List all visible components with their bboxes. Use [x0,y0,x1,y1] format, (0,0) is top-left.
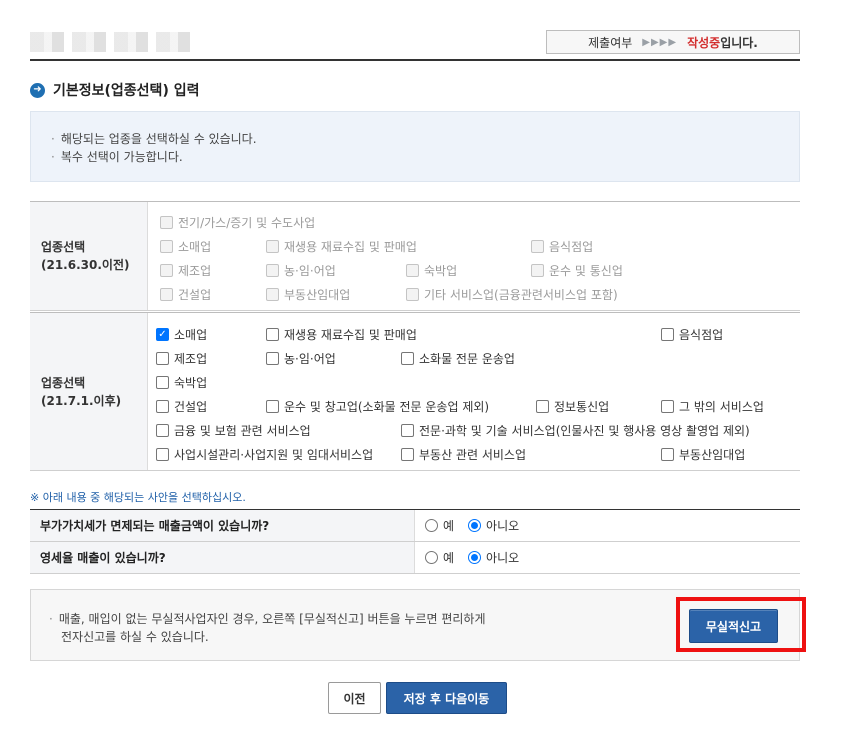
info-text: 매출, 매입이 없는 무실적사업자인 경우, 오른쪽 [무실적신고] 버튼을 누… [49,610,486,646]
checkbox-old-other-services: 기타 서비스업(금융관련서비스업 포함) [406,286,618,303]
section-title-text: 기본정보(업종선택) 입력 [53,83,200,99]
radio-exempt-yes[interactable]: 예 [425,517,454,534]
checkbox-old-utilities: 전기/가스/증기 및 수도사업 [160,214,315,231]
status-label: 제출여부 [588,35,633,50]
checkbox-real-estate-rental[interactable]: 부동산임대업 [661,446,745,463]
blurred-user-name [30,32,195,52]
checkbox-old-retail: 소매업 [160,238,211,255]
industry-new-label: 업종선택 [41,375,86,390]
checkbox-real-estate-services[interactable]: 부동산 관련 서비스업 [401,446,526,463]
prev-button[interactable]: 이전 [328,682,381,714]
industry-old-header: 업종선택 (21.6.30.이전) [30,202,148,310]
header-divider [30,59,800,61]
info-line: 매출, 매입이 없는 무실적사업자인 경우, 오른쪽 [무실적신고] 버튼을 누… [49,610,486,628]
checkbox-old-construction: 건설업 [160,286,211,303]
checkbox-old-restaurant: 음식점업 [531,238,593,255]
check-icon: ✓ [156,328,169,341]
arrow-circle-icon: ➜ [30,82,45,98]
question-options: 예 아니오 [415,542,800,573]
radio-zero-rate-no[interactable]: 아니오 [468,549,519,566]
checkbox-other-services[interactable]: 그 밖의 서비스업 [661,398,764,415]
question-row: 영세율 매출이 있습니까? 예 아니오 [30,542,800,574]
checkbox-construction[interactable]: 건설업 [156,398,207,415]
industry-old-period: (21.6.30.이전) [41,258,130,272]
section-title: ➜ 기본정보(업종선택) 입력 [30,80,199,100]
checkbox-professional-science[interactable]: 전문·과학 및 기술 서비스업(인물사진 및 행사용 영상 촬영업 제외) [401,422,750,439]
questions-table: 부가가치세가 면제되는 매출금액이 있습니까? 예 아니오 영세율 매출이 있습… [30,509,800,574]
checkbox-agriculture[interactable]: 농·임·어업 [266,350,336,367]
checkbox-old-recycling: 재생용 재료수집 및 판매업 [266,238,417,255]
info-line: 전자신고를 하실 수 있습니다. [61,630,209,644]
checkbox-facility-management[interactable]: 사업시설관리·사업지원 및 임대서비스업 [156,446,373,463]
checkbox-restaurant[interactable]: 음식점업 [661,326,723,343]
checkbox-lodging[interactable]: 숙박업 [156,374,207,391]
notice-line: 복수 선택이 가능합니다. [51,148,799,166]
industry-new-options: ✓ 소매업 재생용 재료수집 및 판매업 음식점업 제조업 농·임·어업 소화물 … [148,313,800,470]
checkbox-old-transport: 운수 및 통신업 [531,262,623,279]
checkbox-old-lodging: 숙박업 [406,262,457,279]
radio-zero-rate-yes[interactable]: 예 [425,549,454,566]
checkbox-retail[interactable]: ✓ 소매업 [156,326,207,343]
industry-old-options: 전기/가스/증기 및 수도사업 소매업 재생용 재료수집 및 판매업 음식점업 … [148,202,800,310]
guide-text: ※ 아래 내용 중 해당되는 사안을 선택하십시오. [30,491,246,504]
no-activity-report-button[interactable]: 무실적신고 [689,609,778,643]
checkbox-info-comm[interactable]: 정보통신업 [536,398,609,415]
checkbox-transport-warehouse[interactable]: 운수 및 창고업(소화물 전문 운송업 제외) [266,398,489,415]
industry-table-new: 업종선택 (21.7.1.이후) ✓ 소매업 재생용 재료수집 및 판매업 음식점… [30,312,800,471]
radio-exempt-no[interactable]: 아니오 [468,517,519,534]
checkbox-old-real-estate-rental: 부동산임대업 [266,286,350,303]
question-label: 영세율 매출이 있습니까? [30,542,415,573]
checkbox-finance-insurance[interactable]: 금융 및 보험 관련 서비스업 [156,422,311,439]
checkbox-old-manufacturing: 제조업 [160,262,211,279]
question-row: 부가가치세가 면제되는 매출금액이 있습니까? 예 아니오 [30,510,800,542]
checkbox-parcel-delivery[interactable]: 소화물 전문 운송업 [401,350,515,367]
notice-line: 해당되는 업종을 선택하실 수 있습니다. [51,130,799,148]
checkbox-manufacturing[interactable]: 제조업 [156,350,207,367]
status-suffix: 입니다. [720,35,758,50]
status-value: 작성중 [687,35,721,50]
checkbox-recycling[interactable]: 재생용 재료수집 및 판매업 [266,326,417,343]
checkbox-old-agriculture: 농·임·어업 [266,262,336,279]
question-label: 부가가치세가 면제되는 매출금액이 있습니까? [30,510,415,541]
notice-box: 해당되는 업종을 선택하실 수 있습니다. 복수 선택이 가능합니다. [30,111,800,182]
industry-new-header: 업종선택 (21.7.1.이후) [30,313,148,470]
industry-old-label: 업종선택 [41,240,86,254]
question-options: 예 아니오 [415,510,800,541]
save-next-button[interactable]: 저장 후 다음이동 [386,682,507,714]
submission-status: 제출여부 ▶▶▶▶ 작성중 입니다. [546,30,800,54]
status-arrows-icon: ▶▶▶▶ [642,36,678,48]
industry-table-old: 업종선택 (21.6.30.이전) 전기/가스/증기 및 수도사업 소매업 재생… [30,201,800,311]
industry-new-period: (21.7.1.이후) [41,393,122,408]
